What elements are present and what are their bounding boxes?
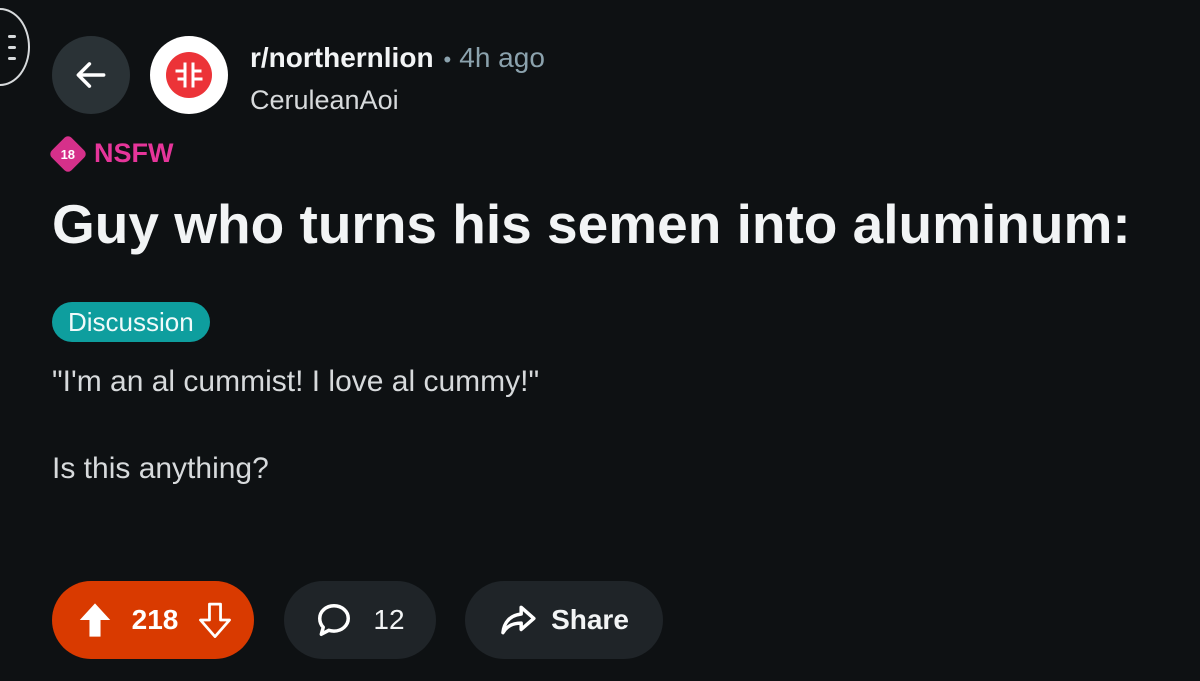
arrow-up-icon [79, 603, 111, 637]
nsfw-tag: 18 NSFW [48, 133, 174, 174]
comment-count: 12 [373, 604, 405, 635]
share-arrow-icon [501, 605, 536, 635]
speech-bubble-icon [318, 604, 351, 636]
nsfw-badge-text: 18 [60, 146, 76, 161]
post-time: 4h ago [459, 42, 545, 73]
nsfw-label: NSFW [94, 138, 174, 168]
subreddit-logo-icon [166, 52, 212, 98]
post-meta: r/northernlion • 4h ago CeruleanAoi [250, 40, 545, 118]
nsfw-18-icon: 18 [48, 133, 88, 174]
meta-separator: • [443, 47, 452, 72]
post-page: r/northernlion • 4h ago CeruleanAoi 18 N… [0, 0, 1200, 681]
subreddit-name[interactable]: r/northernlion [250, 40, 434, 76]
subreddit-avatar[interactable] [150, 36, 228, 114]
upvote-button[interactable] [78, 602, 112, 638]
post-title: Guy who turns his semen into aluminum: [52, 193, 1131, 255]
post-body-line: "I'm an al cummist! I love al cummy!" [52, 365, 540, 398]
arrow-down-icon [199, 602, 231, 638]
share-button[interactable]: Share [465, 581, 663, 659]
post-flair[interactable]: Discussion [52, 302, 210, 342]
downvote-button[interactable] [198, 602, 232, 638]
post-author[interactable]: CeruleanAoi [250, 82, 545, 118]
back-button[interactable] [52, 36, 130, 114]
menu-button[interactable] [0, 8, 30, 86]
post-body-line: Is this anything? [52, 452, 269, 485]
comments-button[interactable]: 12 [284, 581, 436, 659]
share-label: Share [551, 604, 629, 635]
vote-count: 218 [131, 604, 179, 635]
hamburger-menu-icon [8, 34, 16, 60]
arrow-left-icon [76, 62, 106, 88]
vote-bar: 218 [52, 581, 254, 659]
